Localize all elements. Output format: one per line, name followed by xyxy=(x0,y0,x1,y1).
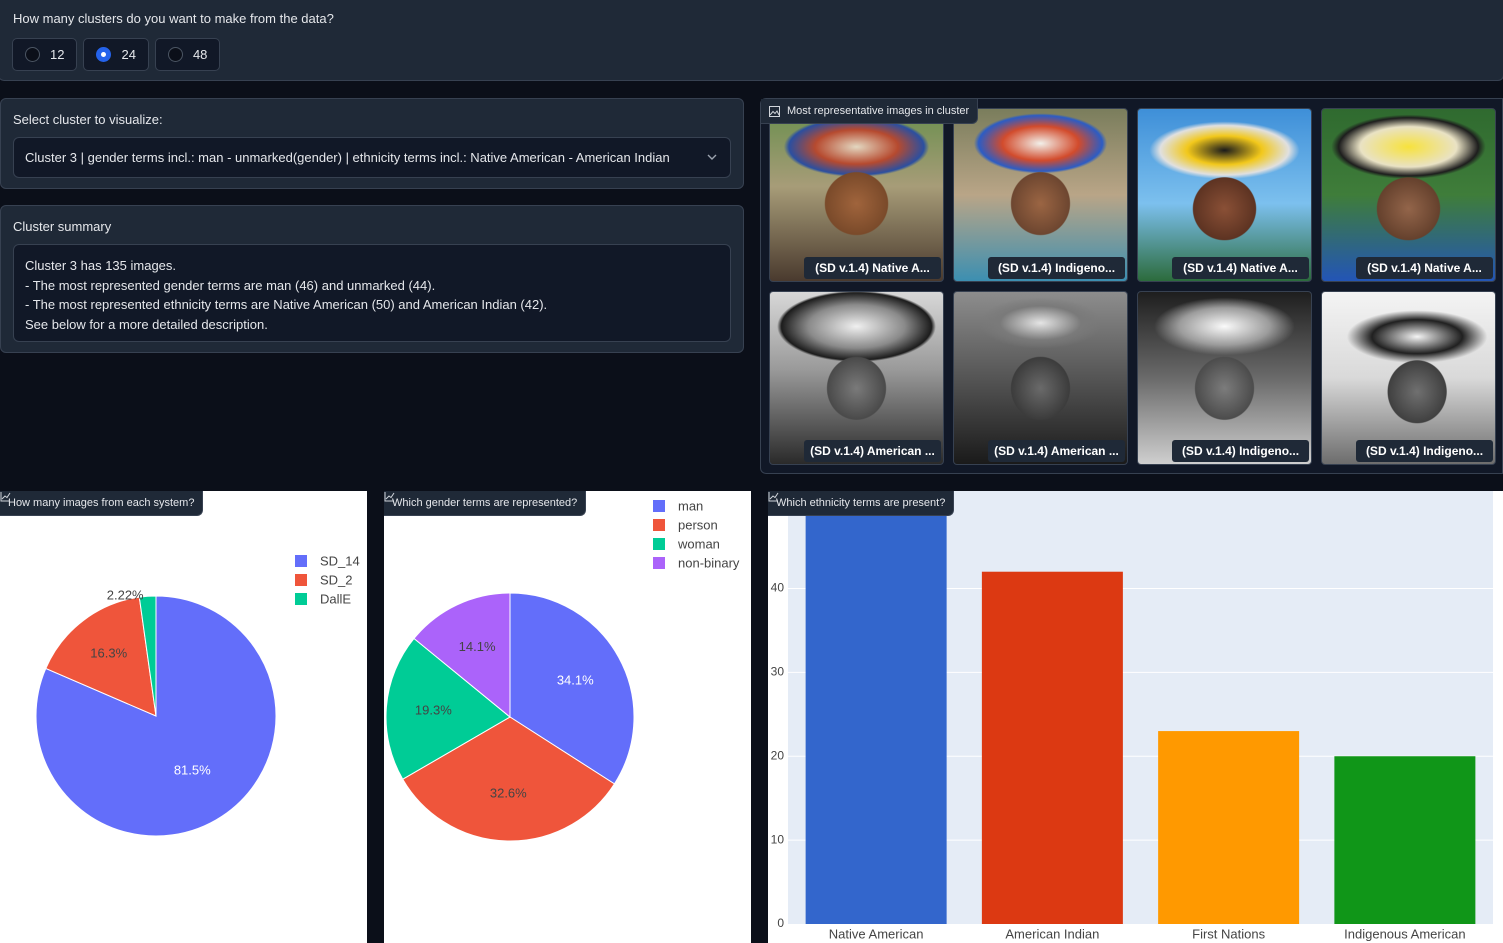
pie-data-label: 32.6% xyxy=(490,785,527,800)
radio-option-48[interactable]: 48 xyxy=(154,38,221,71)
legend-label[interactable]: DallE xyxy=(320,591,351,606)
gallery-thumbnail[interactable]: (SD v.1.4) Native A... xyxy=(769,108,944,282)
gallery-thumbnail[interactable]: (SD v.1.4) American ... xyxy=(769,291,944,465)
x-tick-label: First Nations xyxy=(1192,926,1265,941)
cluster-count-label: How many clusters do you want to make fr… xyxy=(13,11,334,26)
legend-swatch[interactable] xyxy=(295,555,307,567)
y-tick-label: 0 xyxy=(777,916,784,930)
radio-dot-12[interactable] xyxy=(25,47,40,62)
pie-data-label: 16.3% xyxy=(90,645,127,660)
pie-data-label: 2.22% xyxy=(107,588,144,603)
representative-images-gallery: Most representative images in cluster (S… xyxy=(760,98,1503,474)
legend-swatch[interactable] xyxy=(295,593,307,605)
radio-option-12[interactable]: 12 xyxy=(12,38,78,71)
cluster-summary-label: Cluster summary xyxy=(13,219,112,234)
gallery-label: Most representative images in cluster xyxy=(761,99,979,124)
thumbnail-caption: (SD v.1.4) Indigeno... xyxy=(988,257,1125,279)
pie-data-label: 14.1% xyxy=(459,639,496,654)
x-tick-label: American Indian xyxy=(1005,926,1099,941)
select-cluster-label: Select cluster to visualize: xyxy=(13,112,163,127)
cluster-summary-panel: Cluster summary Cluster 3 has 135 images… xyxy=(0,205,744,353)
ethnicity-plot-label: Which ethnicity terms are present? xyxy=(768,491,955,516)
bar-First Nations[interactable] xyxy=(1158,731,1300,924)
radio-dot-48[interactable] xyxy=(167,47,183,62)
ethnicity-plot-title: Which ethnicity terms are present? xyxy=(776,497,946,509)
cluster-dropdown-value: Cluster 3 | gender terms incl.: man - un… xyxy=(25,150,670,165)
chart-icon xyxy=(0,492,11,502)
system-plot-title: How many images from each system? xyxy=(8,497,195,509)
thumbnail-caption: (SD v.1.4) Native A... xyxy=(1172,257,1309,279)
thumbnail-caption: (SD v.1.4) American ... xyxy=(988,440,1125,462)
gallery-label-text: Most representative images in cluster xyxy=(787,105,970,117)
chevron-down-icon[interactable] xyxy=(706,151,718,163)
cluster-summary-textbox[interactable]: Cluster 3 has 135 images. - The most rep… xyxy=(13,244,731,342)
radio-label-48: 48 xyxy=(192,47,208,62)
y-tick-label: 30 xyxy=(771,665,785,679)
summary-line: - The most represented gender terms are … xyxy=(25,277,436,293)
thumbnail-caption: (SD v.1.4) Native A... xyxy=(1356,257,1493,279)
chart-icon xyxy=(768,492,779,502)
system-plot-label: How many images from each system? xyxy=(0,491,204,516)
cluster-dropdown[interactable]: Cluster 3 | gender terms incl.: man - un… xyxy=(13,137,731,178)
x-tick-label: Indigenous American xyxy=(1344,926,1465,941)
summary-line: See below for a more detailed descriptio… xyxy=(25,316,268,332)
summary-line: - The most represented ethnicity terms a… xyxy=(25,297,548,312)
gallery-thumbnail[interactable]: (SD v.1.4) Native A... xyxy=(1137,108,1312,282)
ethnicity-bar-plot: 0 10 20 30 40 Native American American Indian F… xyxy=(768,491,1503,943)
cluster-count-radio-group: 12 24 48 xyxy=(12,38,221,71)
legend-swatch[interactable] xyxy=(653,557,665,569)
y-tick-label: 20 xyxy=(771,748,785,762)
gallery-thumbnail[interactable]: (SD v.1.4) Indigeno... xyxy=(1137,291,1312,465)
chart-icon xyxy=(384,492,395,502)
summary-line: Cluster 3 has 135 images. xyxy=(25,258,177,273)
radio-label-24: 24 xyxy=(121,47,136,62)
gender-pie-plot: 34.1% 32.6% 19.3% 14.1% man person woman non-bi… xyxy=(384,491,751,943)
gallery-thumbnail[interactable]: (SD v.1.4) American ... xyxy=(953,291,1128,465)
x-tick-label: Native American xyxy=(829,926,924,941)
legend-label[interactable]: woman xyxy=(677,536,720,551)
gender-plot-title: Which gender terms are represented? xyxy=(392,497,578,509)
thumbnail-caption: (SD v.1.4) Native A... xyxy=(804,257,941,279)
thumbnail-caption: (SD v.1.4) American ... xyxy=(804,440,941,462)
system-pie-svg: 81.5% 16.3% 2.22% SD_14 SD_2 DallE xyxy=(35,553,360,837)
thumbnail-caption: (SD v.1.4) Indigeno... xyxy=(1172,440,1309,462)
ethnicity-bar-svg: 0 10 20 30 40 Native American American Indian F… xyxy=(771,491,1493,941)
gallery-thumbnail[interactable]: (SD v.1.4) Native A... xyxy=(1321,108,1496,282)
pie-data-label: 34.1% xyxy=(557,673,594,688)
pie-data-label: 19.3% xyxy=(415,702,452,717)
cluster-count-panel: How many clusters do you want to make fr… xyxy=(0,0,1503,81)
bar-American Indian[interactable] xyxy=(981,571,1123,924)
legend-swatch[interactable] xyxy=(653,500,665,512)
legend-label[interactable]: non-binary xyxy=(678,555,740,570)
legend-swatch[interactable] xyxy=(295,574,307,586)
system-pie-plot: 81.5% 16.3% 2.22% SD_14 SD_2 DallE How many i… xyxy=(0,491,367,943)
radio-option-24[interactable]: 24 xyxy=(83,38,149,71)
radio-label-12: 12 xyxy=(50,47,65,62)
bar-Indigenous American[interactable] xyxy=(1334,756,1476,924)
legend-label[interactable]: SD_14 xyxy=(320,553,360,568)
legend-label[interactable]: SD_2 xyxy=(320,572,353,587)
gallery-thumbnail[interactable]: (SD v.1.4) Indigeno... xyxy=(1321,291,1496,465)
y-tick-label: 10 xyxy=(771,832,785,846)
thumbnail-caption: (SD v.1.4) Indigeno... xyxy=(1356,440,1493,462)
select-cluster-panel: Select cluster to visualize: Cluster 3 |… xyxy=(0,98,744,189)
y-tick-label: 40 xyxy=(771,581,785,595)
radio-dot-24[interactable] xyxy=(96,47,112,62)
gallery-grid: (SD v.1.4) Native A... (SD v.1.4) Indigen… xyxy=(769,108,1496,465)
bar-Native American[interactable] xyxy=(805,513,947,924)
legend-label[interactable]: person xyxy=(678,517,718,532)
gender-pie-svg: 34.1% 32.6% 19.3% 14.1% man person woman non-bi… xyxy=(385,498,740,842)
image-icon xyxy=(769,105,780,117)
legend-label[interactable]: man xyxy=(678,498,703,513)
legend-swatch[interactable] xyxy=(653,538,665,550)
legend-swatch[interactable] xyxy=(653,519,665,531)
gender-plot-label: Which gender terms are represented? xyxy=(384,491,587,516)
gallery-thumbnail[interactable]: (SD v.1.4) Indigeno... xyxy=(953,108,1128,282)
pie-data-label: 81.5% xyxy=(174,763,211,778)
